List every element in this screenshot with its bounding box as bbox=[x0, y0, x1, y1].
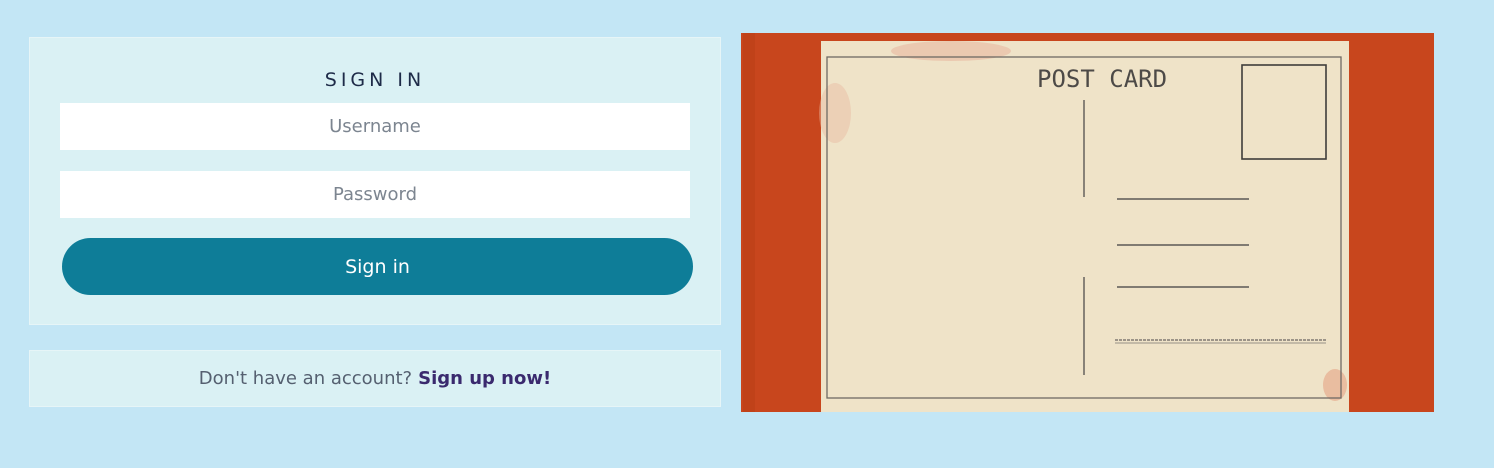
signin-button[interactable]: Sign in bbox=[62, 238, 693, 295]
postcard-paper bbox=[821, 41, 1349, 412]
signup-link[interactable]: Sign up now! bbox=[418, 368, 551, 389]
postcard-image: POST CARD bbox=[741, 33, 1434, 412]
password-input[interactable] bbox=[60, 171, 690, 218]
signup-prompt: Don't have an account? bbox=[198, 368, 413, 389]
signin-card: SIGN IN Sign in bbox=[29, 37, 721, 325]
postcard-heading: POST CARD bbox=[1037, 65, 1167, 93]
username-input[interactable] bbox=[60, 103, 690, 150]
signin-title: SIGN IN bbox=[324, 69, 426, 91]
signup-card: Don't have an account? Sign up now! bbox=[29, 350, 721, 407]
